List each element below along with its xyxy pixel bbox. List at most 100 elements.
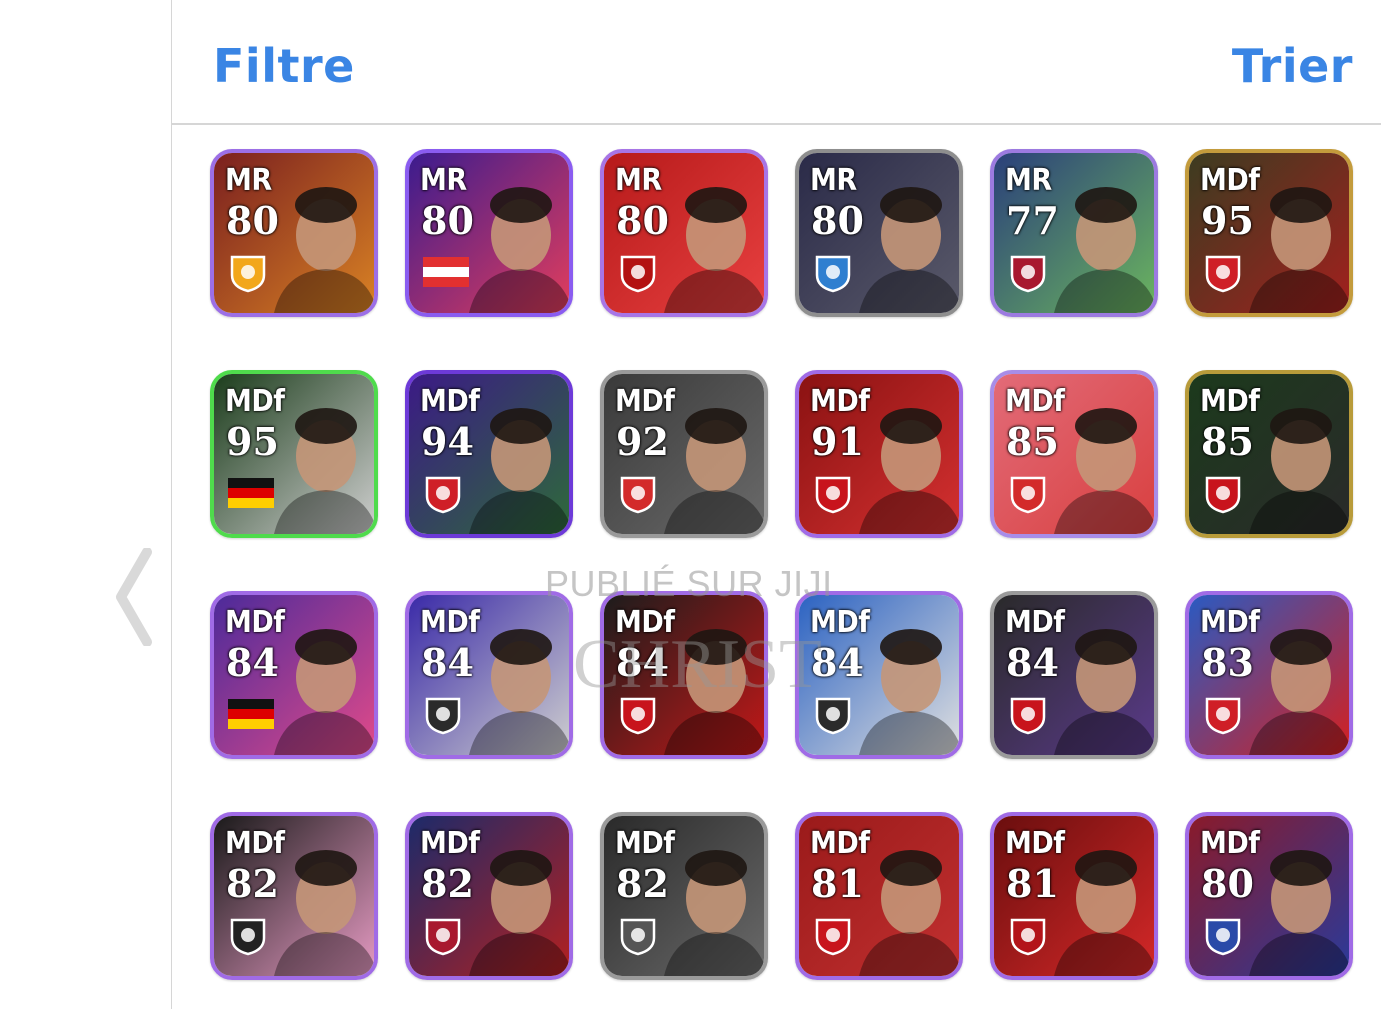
card-rating: 83 [1201,640,1254,685]
card-position: MDf [615,605,675,640]
card-position: MDf [225,826,285,861]
card-rating: 85 [1006,419,1059,464]
header-divider [172,123,1381,125]
player-card[interactable]: MR 80 [795,149,963,317]
card-position: MDf [810,826,870,861]
card-position: MR [615,163,662,198]
club-crest-icon [228,253,268,293]
player-card[interactable]: MDf 92 [600,370,768,538]
club-crest-icon [1008,474,1048,514]
club-crest-icon [228,916,268,956]
club-crest-icon [618,253,658,293]
player-card[interactable]: MDf 94 [405,370,573,538]
player-card[interactable]: MDf 82 [600,812,768,980]
card-position: MR [420,163,467,198]
card-position: MDf [420,384,480,419]
club-crest-icon [813,916,853,956]
club-crest-icon [1008,916,1048,956]
card-rating: 80 [616,198,669,243]
card-rating: 82 [226,861,279,906]
card-position: MDf [810,605,870,640]
card-position: MDf [420,605,480,640]
filter-button[interactable]: Filtre [213,36,355,96]
player-card-grid: MR 80 MR 80 MR 80 MR 80 MR 77 MDf 95 MDf 95 MDf 94 MDf 92… [210,149,1360,989]
player-card[interactable]: MDf 95 [210,370,378,538]
card-rating: 80 [226,198,279,243]
back-chevron-icon[interactable] [108,548,158,646]
player-card[interactable]: MDf 91 [795,370,963,538]
player-card[interactable]: MR 80 [210,149,378,317]
player-card[interactable]: MDf 85 [990,370,1158,538]
player-card[interactable]: MDf 84 [795,591,963,759]
club-crest-icon [813,253,853,293]
card-position: MDf [1200,163,1260,198]
card-rating: 95 [1201,198,1254,243]
card-position: MDf [420,826,480,861]
card-rating: 81 [811,861,864,906]
left-gutter [0,0,171,1009]
card-position: MDf [225,605,285,640]
card-position: MDf [1005,384,1065,419]
card-rating: 92 [616,419,669,464]
card-rating: 84 [811,640,864,685]
card-position: MDf [1200,605,1260,640]
player-card[interactable]: MR 80 [405,149,573,317]
club-crest-icon [1203,474,1243,514]
player-card[interactable]: MDf 84 [990,591,1158,759]
card-rating: 84 [616,640,669,685]
card-rating: 85 [1201,419,1254,464]
card-position: MR [810,163,857,198]
player-card[interactable]: MR 77 [990,149,1158,317]
player-card[interactable]: MDf 82 [210,812,378,980]
club-crest-icon [813,474,853,514]
card-position: MDf [1005,605,1065,640]
player-card[interactable]: MDf 85 [1185,370,1353,538]
card-rating: 77 [1006,198,1059,243]
flag-germany-icon [228,478,274,508]
card-position: MDf [225,384,285,419]
card-rating: 81 [1006,861,1059,906]
player-card[interactable]: MDf 81 [795,812,963,980]
sort-button[interactable]: Trier [1232,36,1353,96]
club-crest-icon [1008,253,1048,293]
club-crest-icon [813,695,853,735]
club-crest-icon [1203,695,1243,735]
player-card[interactable]: MDf 84 [405,591,573,759]
player-card[interactable]: MDf 80 [1185,812,1353,980]
card-rating: 95 [226,419,279,464]
club-crest-icon [1008,695,1048,735]
player-card[interactable]: MDf 84 [210,591,378,759]
card-position: MR [225,163,272,198]
card-rating: 80 [421,198,474,243]
club-crest-icon [1203,916,1243,956]
card-position: MDf [615,826,675,861]
club-crest-icon [618,474,658,514]
panel-divider [171,0,172,1009]
flag-germany-icon [228,699,274,729]
player-card[interactable]: MDf 82 [405,812,573,980]
card-rating: 82 [421,861,474,906]
club-crest-icon [423,695,463,735]
card-rating: 80 [1201,861,1254,906]
player-card[interactable]: MDf 84 [600,591,768,759]
player-card[interactable]: MDf 95 [1185,149,1353,317]
card-position: MDf [1200,826,1260,861]
club-crest-icon [423,916,463,956]
player-card[interactable]: MR 80 [600,149,768,317]
card-rating: 80 [811,198,864,243]
card-rating: 91 [811,419,864,464]
club-crest-icon [618,916,658,956]
card-position: MR [1005,163,1052,198]
card-rating: 84 [226,640,279,685]
card-rating: 94 [421,419,474,464]
card-position: MDf [615,384,675,419]
flag-austria-icon [423,257,469,287]
card-rating: 84 [421,640,474,685]
club-crest-icon [423,474,463,514]
club-crest-icon [1203,253,1243,293]
player-card[interactable]: MDf 83 [1185,591,1353,759]
club-crest-icon [618,695,658,735]
card-position: MDf [810,384,870,419]
player-card[interactable]: MDf 81 [990,812,1158,980]
card-position: MDf [1200,384,1260,419]
